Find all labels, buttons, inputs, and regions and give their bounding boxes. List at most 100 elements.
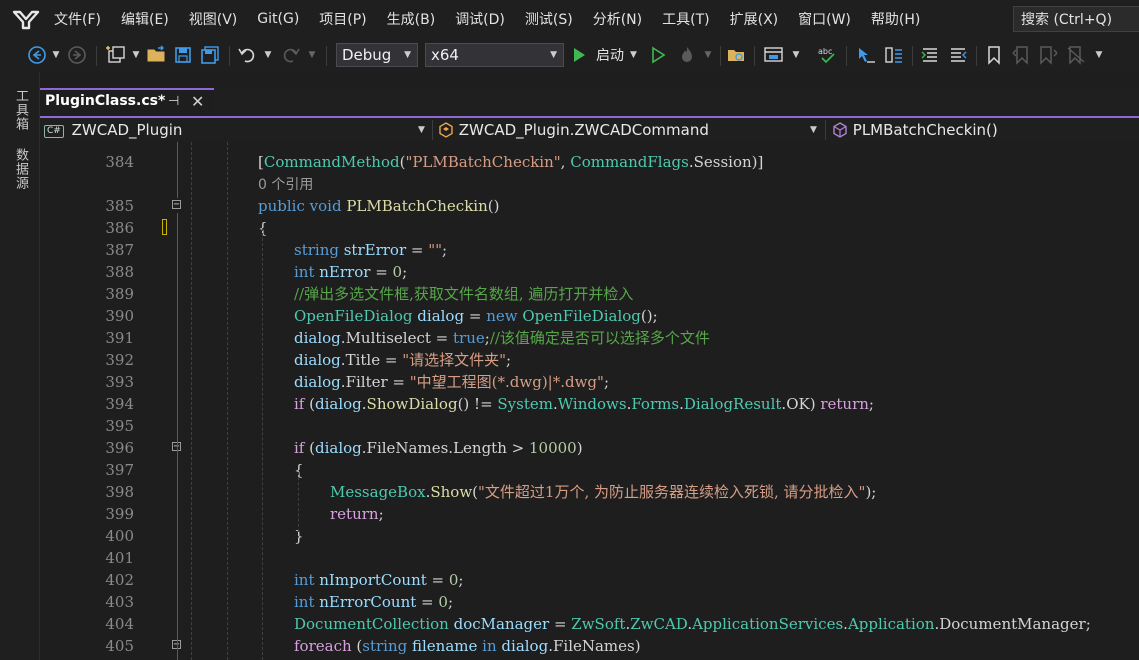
- menu-file[interactable]: 文件(F): [44, 9, 111, 29]
- code-line[interactable]: 405−foreach (string filename in dialog.F…: [40, 635, 1139, 657]
- menu-extensions[interactable]: 扩展(X): [720, 9, 789, 29]
- save-all-icon[interactable]: [198, 44, 222, 66]
- overflow-chevron-icon[interactable]: ▼: [790, 44, 802, 66]
- toolbar-overflow-chevron-icon[interactable]: ▼: [1092, 44, 1106, 66]
- redo-dropdown-chevron-icon[interactable]: ▼: [306, 44, 318, 66]
- menu-help[interactable]: 帮助(H): [861, 9, 930, 29]
- code-line[interactable]: 392 dialog.Title = "请选择文件夹";: [40, 349, 1139, 371]
- solution-platform-select[interactable]: x64 ▼: [425, 43, 564, 67]
- navigate-forward-icon[interactable]: [66, 44, 88, 66]
- code-token: ;: [402, 263, 408, 281]
- code-line[interactable]: 393 dialog.Filter = "中望工程图(*.dwg)|*.dwg";: [40, 371, 1139, 393]
- close-icon[interactable]: ✕: [191, 92, 204, 111]
- back-dropdown-chevron-icon[interactable]: ▼: [50, 44, 62, 66]
- line-number: 398: [105, 483, 134, 501]
- code-line[interactable]: 387 string strError = "";: [40, 239, 1139, 261]
- menu-test[interactable]: 测试(S): [515, 9, 583, 29]
- clear-bookmarks-icon[interactable]: [1064, 44, 1088, 66]
- code-line[interactable]: 403 int nErrorCount = 0;: [40, 591, 1139, 613]
- start-without-debugging-icon[interactable]: [648, 44, 668, 66]
- code-line[interactable]: 0 个引用: [40, 173, 1139, 195]
- comment-lines-icon[interactable]: [918, 44, 942, 66]
- code-line[interactable]: 394 if (dialog.ShowDialog() != System.Win…: [40, 393, 1139, 415]
- pin-icon[interactable]: ⊣: [168, 94, 179, 109]
- toggle-bookmark-icon[interactable]: [984, 44, 1004, 66]
- code-line[interactable]: [40, 142, 1139, 151]
- toolbox-tab[interactable]: 工具箱: [10, 89, 30, 131]
- code-line[interactable]: 384 [CommandMethod("PLMBatchCheckin", Com…: [40, 151, 1139, 173]
- open-folder-icon[interactable]: [146, 44, 168, 66]
- code-token: "": [428, 241, 443, 259]
- code-token: =: [549, 615, 572, 633]
- start-debugging-button[interactable]: 启动 ▼: [570, 44, 642, 66]
- codelens-reference-count[interactable]: 0 个引用: [258, 177, 313, 193]
- code-line[interactable]: 404 DocumentCollection docManager = ZwSof…: [40, 613, 1139, 635]
- code-line[interactable]: 390 OpenFileDialog dialog = new OpenFileD…: [40, 305, 1139, 327]
- undo-icon[interactable]: [236, 44, 258, 66]
- code-line[interactable]: 398 MessageBox.Show("文件超过1万个, 为防止服务器连续检入死…: [40, 481, 1139, 503]
- code-line[interactable]: 389 //弹出多选文件框,获取文件名数组, 遍历打开并检入: [40, 283, 1139, 305]
- undo-dropdown-chevron-icon[interactable]: ▼: [262, 44, 274, 66]
- code-token: Filter: [345, 373, 388, 391]
- code-line[interactable]: 400}: [40, 525, 1139, 547]
- document-tab-pluginclass[interactable]: PluginClass.cs* ⊣ ✕: [40, 88, 214, 116]
- visual-studio-logo-icon[interactable]: [12, 8, 40, 30]
- code-line[interactable]: 397{: [40, 459, 1139, 481]
- hot-reload-dropdown-chevron-icon[interactable]: ▼: [702, 44, 714, 66]
- step-into-specific-icon[interactable]: [854, 44, 878, 66]
- spell-check-icon[interactable]: abc: [816, 44, 840, 66]
- menu-git[interactable]: Git(G): [247, 11, 309, 27]
- code-text: DocumentCollection docManager = ZwSoft.Z…: [294, 613, 1091, 635]
- code-token: System: [497, 395, 553, 413]
- type-navigation-select[interactable]: ZWCAD_Plugin.ZWCADCommand ▼: [438, 119, 818, 141]
- project-navigation-select[interactable]: C# ZWCAD_Plugin ▼: [44, 119, 428, 141]
- previous-bookmark-icon[interactable]: [1010, 44, 1034, 66]
- menu-tools[interactable]: 工具(T): [652, 9, 719, 29]
- line-number: 391: [105, 329, 134, 347]
- tile-windows-icon[interactable]: [882, 44, 906, 66]
- code-token: dialog: [417, 307, 465, 325]
- code-editor[interactable]: 384 [CommandMethod("PLMBatchCheckin", Com…: [40, 142, 1139, 660]
- code-line[interactable]: 399 return;: [40, 503, 1139, 525]
- menu-edit[interactable]: 编辑(E): [111, 9, 179, 29]
- code-token: (: [351, 637, 363, 655]
- code-line[interactable]: 402 int nImportCount = 0;: [40, 569, 1139, 591]
- code-token: //该值确定是否可以选择多个文件: [489, 329, 710, 347]
- menu-debug[interactable]: 调试(D): [445, 9, 515, 29]
- menu-project[interactable]: 项目(P): [309, 9, 376, 29]
- uncomment-lines-icon[interactable]: [946, 44, 970, 66]
- collapse-region-icon[interactable]: −: [172, 200, 181, 210]
- code-token: ): [809, 395, 821, 413]
- code-line[interactable]: 391 dialog.Multiselect = true;//该值确定是否可以选…: [40, 327, 1139, 349]
- member-navigation-select[interactable]: PLMBatchCheckin(): [832, 119, 1132, 141]
- find-in-files-folder-icon[interactable]: [726, 44, 748, 66]
- menu-window[interactable]: 窗口(W): [788, 9, 861, 29]
- code-line[interactable]: 388 int nError = 0;: [40, 261, 1139, 283]
- code-line[interactable]: 401: [40, 547, 1139, 569]
- toolbar-separator: [326, 46, 327, 66]
- new-dropdown-chevron-icon[interactable]: ▼: [130, 44, 142, 66]
- code-line[interactable]: 396−if (dialog.FileNames.Length > 10000): [40, 437, 1139, 459]
- menu-build[interactable]: 生成(B): [377, 9, 446, 29]
- configuration-value: Debug: [342, 46, 392, 64]
- code-line[interactable]: 395: [40, 415, 1139, 437]
- code-token: >: [506, 439, 529, 457]
- code-line[interactable]: 385 − public void PLMBatchCheckin(): [40, 195, 1139, 217]
- search-box[interactable]: 搜索 (Ctrl+Q): [1013, 6, 1139, 32]
- data-sources-tab[interactable]: 数据源: [10, 148, 30, 190]
- code-line[interactable]: 386{: [40, 217, 1139, 239]
- redo-icon[interactable]: [280, 44, 302, 66]
- code-token: DocumentCollection: [294, 615, 449, 633]
- code-token: Show: [430, 483, 473, 501]
- menu-analyze[interactable]: 分析(N): [583, 9, 652, 29]
- browser-link-icon[interactable]: [762, 44, 786, 66]
- line-number: 387: [105, 241, 134, 259]
- navigate-back-icon[interactable]: [26, 44, 48, 66]
- code-text: dialog.Title = "请选择文件夹";: [294, 349, 511, 371]
- menu-view[interactable]: 视图(V): [179, 9, 248, 29]
- save-icon[interactable]: [172, 44, 194, 66]
- next-bookmark-icon[interactable]: [1036, 44, 1060, 66]
- hot-reload-flame-icon[interactable]: [676, 44, 698, 66]
- solution-configuration-select[interactable]: Debug ▼: [336, 43, 418, 67]
- new-project-icon[interactable]: [104, 44, 128, 66]
